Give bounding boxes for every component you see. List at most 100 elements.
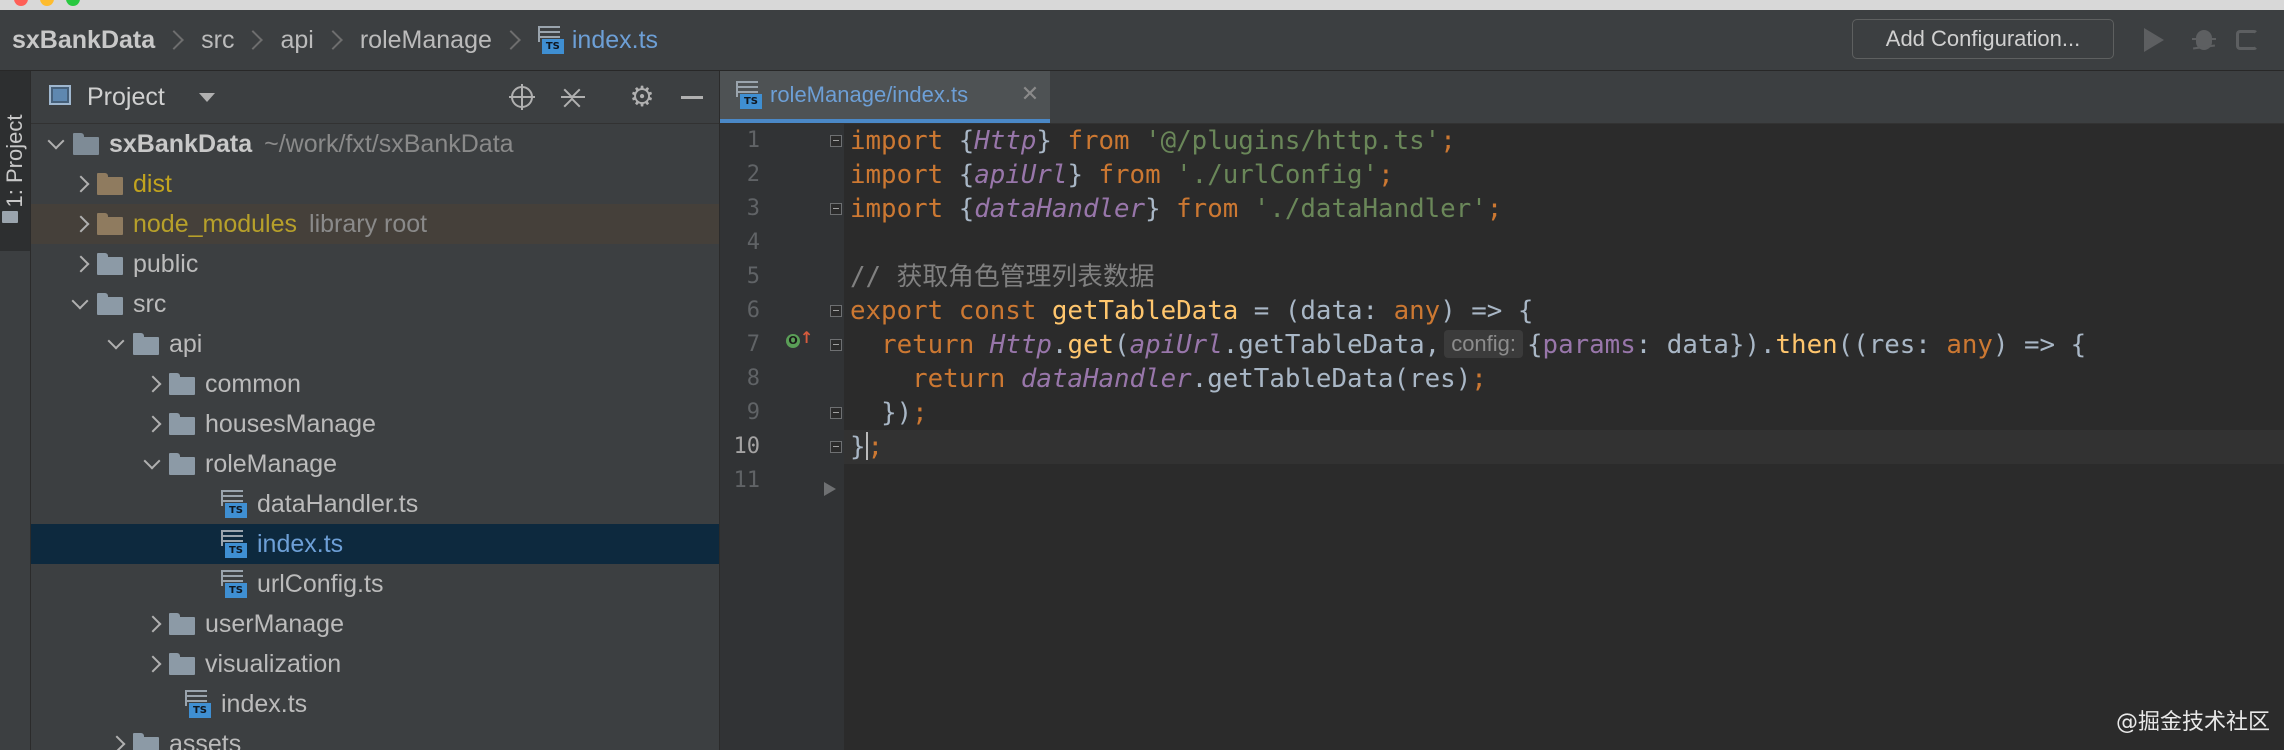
folder-icon <box>169 373 195 395</box>
folder-icon <box>97 293 123 315</box>
close-window-icon[interactable] <box>14 0 28 6</box>
folder-icon <box>2 211 18 223</box>
code-token: import <box>850 160 944 190</box>
implements-marker-icon[interactable]: O ↑ <box>786 330 813 352</box>
chevron-right-icon[interactable] <box>141 654 169 674</box>
tree-row[interactable]: TS dataHandler.ts <box>31 484 719 524</box>
code-token: getTableData <box>1051 296 1239 326</box>
typescript-file-icon: TS <box>736 80 762 110</box>
fold-icon[interactable] <box>830 339 842 351</box>
fold-icon[interactable] <box>830 203 842 215</box>
tool-window-strip: 1: Project <box>0 71 31 750</box>
close-icon[interactable]: ✕ <box>1020 84 1040 106</box>
hide-panel-icon[interactable] <box>681 96 703 99</box>
tree-item-label: sxBankData <box>109 129 253 158</box>
breadcrumb-current-file[interactable]: index.ts <box>572 26 658 55</box>
tree-row[interactable]: housesManage <box>31 404 719 444</box>
chevron-down-icon[interactable] <box>141 454 169 474</box>
code-token: './urlConfig' <box>1176 160 1379 190</box>
tree-row[interactable]: common <box>31 364 719 404</box>
tree-row[interactable]: TS urlConfig.ts <box>31 564 719 604</box>
chevron-right-icon <box>243 30 264 50</box>
tree-row[interactable]: api <box>31 324 719 364</box>
add-configuration-button[interactable]: Add Configuration... <box>1852 19 2114 59</box>
tree-row[interactable]: node_modules library root <box>31 204 719 244</box>
code-area[interactable]: import {Http} from '@/plugins/http.ts'; … <box>844 124 2284 750</box>
code-line-current: }; <box>844 430 2284 464</box>
chevron-down-icon[interactable] <box>105 334 133 354</box>
fold-icon[interactable] <box>830 441 842 453</box>
tree-item-label: src <box>133 289 167 318</box>
breadcrumb-project[interactable]: sxBankData <box>12 26 155 55</box>
code-token: { <box>943 126 975 156</box>
code-token: import <box>850 126 944 156</box>
breadcrumb-src[interactable]: src <box>201 26 234 55</box>
tree-row-selected[interactable]: TS index.ts <box>31 524 719 564</box>
zoom-window-icon[interactable] <box>66 0 80 6</box>
code-token: ; <box>1471 364 1487 394</box>
line-number: 11 <box>733 468 761 493</box>
chevron-down-icon[interactable] <box>69 294 97 314</box>
tree-row[interactable]: userManage <box>31 604 719 644</box>
chevron-right-icon[interactable] <box>141 414 169 434</box>
fold-icon[interactable] <box>830 305 842 317</box>
editor-gutter[interactable]: 1 2 3 4 5 6 7 8 9 10 11 O ↑ <box>720 124 844 750</box>
code-token: ; <box>1486 194 1503 224</box>
tree-row[interactable]: public <box>31 244 719 284</box>
chevron-down-icon[interactable] <box>45 134 73 154</box>
tree-item-label: public <box>133 249 199 278</box>
breadcrumb-rolemanage[interactable]: roleManage <box>360 26 492 55</box>
code-token: return <box>912 364 1006 394</box>
chevron-down-icon[interactable] <box>199 93 215 102</box>
chevron-right-icon[interactable] <box>105 734 133 750</box>
code-token: { <box>943 160 975 190</box>
project-view-icon <box>49 85 71 105</box>
tree-row[interactable]: sxBankData ~/work/fxt/sxBankData <box>31 124 719 164</box>
collapse-all-icon[interactable] <box>561 81 585 115</box>
tree-row[interactable]: src <box>31 284 719 324</box>
line-number: 9 <box>746 400 760 425</box>
chevron-right-icon[interactable] <box>69 214 97 234</box>
tree-item-annotation: library root <box>309 209 428 238</box>
minimize-window-icon[interactable] <box>40 0 54 6</box>
code-token: .getTableData, <box>1222 330 1441 360</box>
window-title-strip <box>0 0 2284 10</box>
tree-row[interactable]: assets <box>31 724 719 750</box>
code-token: dataHandler <box>1020 364 1192 394</box>
editor-tab-active[interactable]: TS roleManage/index.ts ✕ <box>720 71 1050 123</box>
run-with-coverage-icon[interactable] <box>2236 26 2262 52</box>
tree-item-path: ~/work/fxt/sxBankData <box>264 129 514 158</box>
tree-row[interactable]: dist <box>31 164 719 204</box>
tree-row[interactable]: roleManage <box>31 444 719 484</box>
code-token: get <box>1067 330 1115 360</box>
tree-row[interactable]: TS index.ts <box>31 684 719 724</box>
folder-icon <box>97 253 123 275</box>
run-icon[interactable] <box>2144 28 2164 52</box>
breadcrumb: sxBankData src api roleManage TS index.t… <box>12 10 658 70</box>
code-token: . <box>1051 330 1068 360</box>
chevron-right-icon[interactable] <box>69 254 97 274</box>
fold-end-icon[interactable] <box>824 482 836 496</box>
breadcrumb-api[interactable]: api <box>280 26 313 55</box>
watermark: @掘金技术社区 <box>2115 710 2270 735</box>
tree-row[interactable]: visualization <box>31 644 719 684</box>
gear-icon[interactable]: ⚙ <box>627 82 657 112</box>
chevron-right-icon[interactable] <box>141 374 169 394</box>
debug-icon[interactable] <box>2192 26 2216 52</box>
line-number: 7 <box>746 332 760 357</box>
project-tool-tab[interactable]: 1: Project <box>0 71 30 251</box>
code-token: } <box>1036 126 1068 156</box>
parameter-hint: config: <box>1444 330 1524 358</box>
code-token: ) => { <box>1992 330 2087 360</box>
code-token: .getTableData(res) <box>1191 364 1472 394</box>
locate-file-icon[interactable] <box>509 84 535 110</box>
fold-icon[interactable] <box>830 407 842 419</box>
chevron-right-icon[interactable] <box>141 614 169 634</box>
chevron-right-icon[interactable] <box>69 174 97 194</box>
fold-icon[interactable] <box>830 135 842 147</box>
code-token: ; <box>1440 126 1456 156</box>
line-number: 6 <box>746 298 760 323</box>
project-view-selector[interactable]: Project <box>87 71 165 123</box>
code-token: dataHandler <box>974 194 1146 224</box>
